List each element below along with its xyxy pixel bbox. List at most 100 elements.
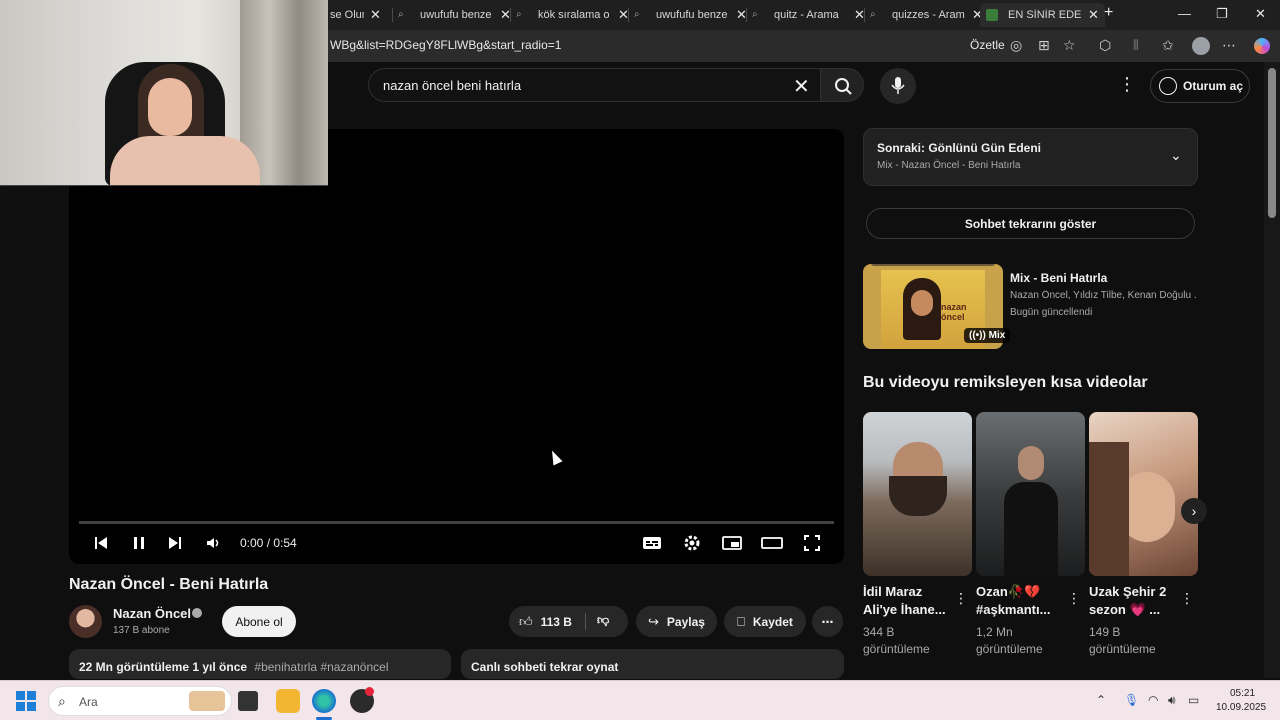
minimize-button[interactable]: — bbox=[1178, 6, 1191, 21]
mix-title[interactable]: Mix - Beni Hatırla bbox=[1010, 271, 1107, 285]
hair-shape bbox=[1089, 442, 1129, 576]
channel-avatar[interactable] bbox=[69, 605, 102, 638]
speaker-icon[interactable]: 🔊︎ bbox=[1168, 693, 1176, 708]
chevron-down-icon[interactable]: ⌄ bbox=[1170, 147, 1182, 164]
taskbar-search[interactable]: ⌕ Ara bbox=[48, 686, 232, 716]
close-icon[interactable]: ✕ bbox=[370, 7, 381, 23]
battery-icon[interactable]: ▭ bbox=[1188, 693, 1199, 707]
wifi-icon[interactable]: ◠ bbox=[1148, 693, 1158, 707]
description-box[interactable]: 22 Mn görüntüleme 1 yıl önce #benihatırl… bbox=[69, 649, 451, 679]
dislike-button[interactable]: 👎︎ bbox=[597, 613, 609, 628]
short-thumbnail[interactable] bbox=[1089, 412, 1198, 576]
tab-title: kök sıralama o bbox=[538, 9, 610, 21]
share-button[interactable]: ↪ Paylaş bbox=[636, 606, 717, 637]
bookmark-icon: ⎕ bbox=[737, 613, 745, 629]
next-button[interactable] bbox=[163, 531, 187, 555]
favorite-star-icon[interactable]: ☆ bbox=[1063, 37, 1076, 54]
subscribe-button[interactable]: Abone ol bbox=[222, 606, 296, 637]
playlist-stack bbox=[871, 264, 995, 266]
tab[interactable]: ⌕ quitz - Arama ✕ bbox=[752, 3, 865, 27]
short-title[interactable]: İdil Maraz Ali'ye İhane... bbox=[863, 583, 949, 619]
short-views: 344 B görüntüleme bbox=[863, 625, 930, 656]
signin-button[interactable]: Oturum aç bbox=[1150, 69, 1250, 103]
shorts-next-button[interactable]: › bbox=[1181, 498, 1207, 524]
hashtags[interactable]: #benihatırla #nazanöncel bbox=[254, 660, 388, 674]
read-aloud-icon[interactable]: ◎ bbox=[1010, 37, 1022, 54]
clock-date[interactable]: 10.09.2025 bbox=[1216, 702, 1266, 713]
tab[interactable]: se Olur ✕ bbox=[330, 3, 381, 27]
file-explorer-icon[interactable] bbox=[276, 689, 300, 713]
settings-menu-icon[interactable]: ⋮ bbox=[1118, 74, 1136, 95]
like-button[interactable]: 👍︎ 113 B bbox=[519, 614, 572, 630]
profile-avatar[interactable] bbox=[1192, 37, 1210, 55]
search-input[interactable]: nazan öncel beni hatırla ✕ bbox=[368, 68, 820, 102]
clear-search-icon[interactable]: ✕ bbox=[793, 74, 810, 99]
restore-button[interactable]: ❐ bbox=[1216, 6, 1228, 22]
clock-time[interactable]: 05:21 bbox=[1230, 688, 1255, 699]
new-tab-button[interactable]: + bbox=[1104, 4, 1113, 22]
show-chat-replay-button[interactable]: Sohbet tekrarını göster bbox=[866, 208, 1195, 239]
miniplayer-button[interactable] bbox=[720, 531, 744, 555]
save-button[interactable]: ⎕ Kaydet bbox=[724, 606, 806, 637]
short-thumbnail[interactable] bbox=[976, 412, 1085, 576]
subtitles-icon bbox=[643, 537, 661, 549]
search-button[interactable] bbox=[820, 68, 864, 102]
short-title[interactable]: Ozan🥀💔 #aşkmantı... bbox=[976, 583, 1062, 619]
copilot-icon[interactable] bbox=[1254, 38, 1270, 54]
more-icon[interactable]: ⋯ bbox=[1222, 37, 1236, 54]
more-vert-icon[interactable]: ⋮ bbox=[954, 590, 968, 607]
progress-bar[interactable] bbox=[79, 521, 834, 524]
tab[interactable]: ⌕ kök sıralama o ✕ bbox=[516, 3, 629, 27]
tab[interactable]: ⌕ uwufufu benze ✕ bbox=[398, 3, 511, 27]
short-thumbnail[interactable] bbox=[863, 412, 972, 576]
favorites-icon[interactable]: ✩ bbox=[1162, 37, 1174, 54]
previous-button[interactable] bbox=[89, 531, 113, 555]
voice-search-button[interactable] bbox=[880, 68, 916, 104]
scrollbar-thumb[interactable] bbox=[1268, 68, 1276, 218]
extensions-icon[interactable]: ⬡ bbox=[1099, 37, 1111, 54]
search-icon: ⌕ bbox=[58, 693, 66, 709]
summarize-button[interactable]: Özetle bbox=[970, 38, 1005, 52]
video-player[interactable]: 0:00 / 0:54 bbox=[69, 129, 844, 564]
search-icon: ⌕ bbox=[870, 9, 876, 20]
short-views: 149 B görüntüleme bbox=[1089, 625, 1156, 656]
task-view-icon[interactable] bbox=[238, 691, 258, 711]
windows-start-button[interactable] bbox=[16, 691, 36, 711]
close-icon[interactable]: ✕ bbox=[1088, 7, 1099, 23]
volume-button[interactable] bbox=[201, 531, 225, 555]
settings-button[interactable] bbox=[680, 531, 704, 555]
more-vert-icon[interactable]: ⋮ bbox=[1067, 590, 1081, 607]
more-vert-icon[interactable]: ⋮ bbox=[1180, 590, 1194, 607]
scrollbar[interactable] bbox=[1264, 62, 1280, 678]
up-next-subtitle: Mix - Nazan Öncel - Beni Hatırla bbox=[877, 160, 1021, 171]
tab-active[interactable]: EN SİNİR EDEN ✕ bbox=[980, 3, 1105, 27]
fullscreen-button[interactable] bbox=[800, 531, 824, 555]
save-label: Kaydet bbox=[752, 614, 793, 629]
more-actions-button[interactable]: ⋯ bbox=[812, 606, 843, 637]
next-icon bbox=[169, 537, 181, 549]
cover-text: nazan öncel bbox=[941, 302, 967, 322]
pause-button[interactable] bbox=[127, 531, 151, 555]
channel-name[interactable]: Nazan Öncel bbox=[113, 606, 191, 621]
like-dislike-group: 👍︎ 113 B 👎︎ bbox=[509, 606, 628, 637]
tab[interactable]: ⌕ quizzes - Aram ✕ bbox=[870, 3, 983, 27]
previous-icon bbox=[95, 537, 107, 549]
tab-title: EN SİNİR EDEN bbox=[1008, 9, 1082, 21]
subtitles-button[interactable] bbox=[640, 531, 664, 555]
search-highlight-image bbox=[189, 691, 225, 711]
tab-title: uwufufu benze bbox=[420, 9, 492, 21]
up-next-panel[interactable]: Sonraki: Gönlünü Gün Edeni Mix - Nazan Ö… bbox=[863, 128, 1198, 186]
close-window-button[interactable]: ✕ bbox=[1255, 6, 1266, 22]
tab-separator bbox=[746, 8, 747, 22]
chat-replay-panel[interactable]: Canlı sohbeti tekrar oynat bbox=[461, 649, 844, 679]
short-title[interactable]: Uzak Şehir 2 sezon 💗 ... bbox=[1089, 583, 1175, 619]
microphone-icon[interactable]: 🎙︎ bbox=[1124, 693, 1139, 707]
url-text[interactable]: WBg&list=RDGegY8FLlWBg&start_radio=1 bbox=[330, 38, 561, 52]
chevron-up-icon[interactable]: ⌃ bbox=[1096, 693, 1106, 707]
edge-browser-icon[interactable] bbox=[312, 689, 336, 713]
theater-mode-button[interactable] bbox=[760, 531, 784, 555]
tab[interactable]: ⌕ uwufufu benze ✕ bbox=[634, 3, 747, 27]
split-screen-icon[interactable]: ⫴ bbox=[1133, 37, 1139, 54]
search-query[interactable]: nazan öncel beni hatırla bbox=[383, 78, 521, 93]
apps-icon[interactable]: ⊞ bbox=[1038, 37, 1050, 54]
